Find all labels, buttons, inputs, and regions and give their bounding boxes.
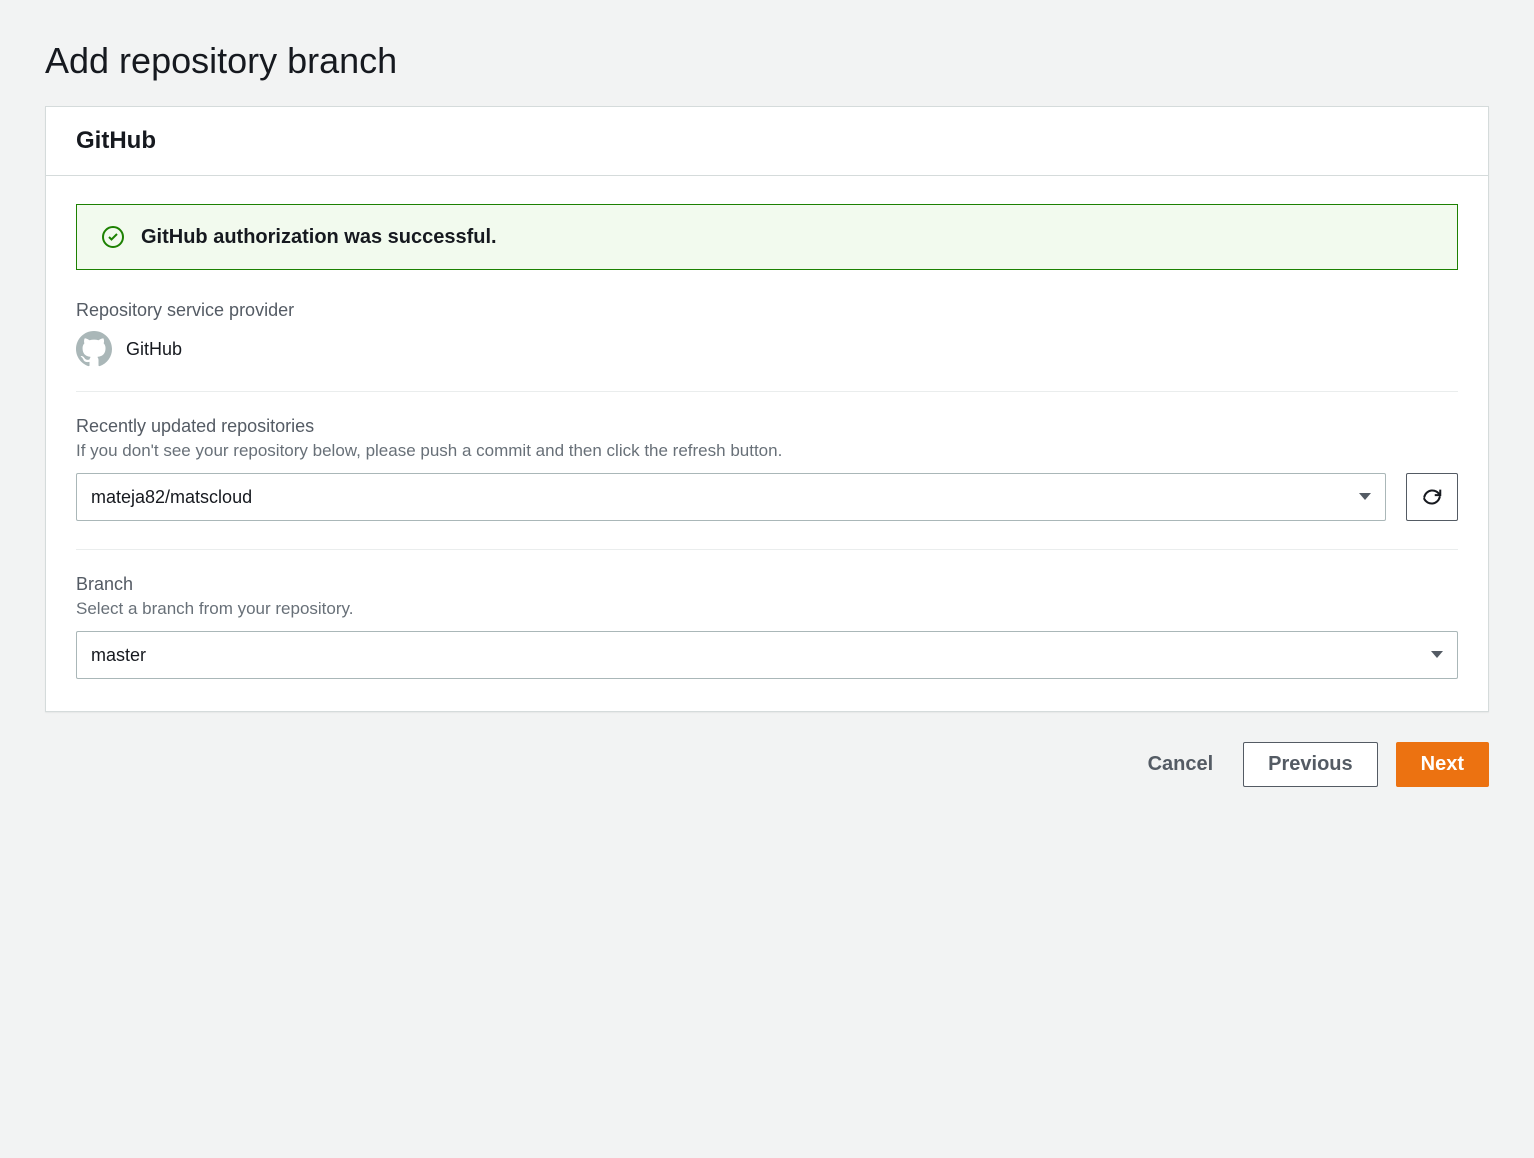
branch-label: Branch xyxy=(76,574,1458,595)
card-body: GitHub authorization was successful. Rep… xyxy=(46,176,1488,711)
repositories-description: If you don't see your repository below, … xyxy=(76,441,1458,461)
provider-name: GitHub xyxy=(126,339,182,360)
cancel-button[interactable]: Cancel xyxy=(1136,743,1226,786)
divider xyxy=(76,391,1458,392)
branch-select-wrapper: master xyxy=(76,631,1458,679)
repository-select[interactable]: mateja82/matscloud xyxy=(76,473,1386,521)
github-card: GitHub GitHub authorization was successf… xyxy=(45,106,1489,712)
repository-selected-value: mateja82/matscloud xyxy=(91,487,252,508)
refresh-button[interactable] xyxy=(1406,473,1458,521)
branch-section: Branch Select a branch from your reposit… xyxy=(76,574,1458,679)
previous-button[interactable]: Previous xyxy=(1243,742,1377,787)
success-alert: GitHub authorization was successful. xyxy=(76,204,1458,270)
repositories-row: mateja82/matscloud xyxy=(76,473,1458,521)
github-icon xyxy=(76,331,112,367)
provider-row: GitHub xyxy=(76,331,1458,367)
check-circle-icon xyxy=(101,225,125,249)
footer-actions: Cancel Previous Next xyxy=(45,742,1489,787)
branch-selected-value: master xyxy=(91,645,146,666)
repositories-label: Recently updated repositories xyxy=(76,416,1458,437)
next-button[interactable]: Next xyxy=(1396,742,1489,787)
success-alert-text: GitHub authorization was successful. xyxy=(141,226,497,249)
card-header-title: GitHub xyxy=(76,127,1458,155)
card-header: GitHub xyxy=(46,107,1488,176)
repository-select-wrapper: mateja82/matscloud xyxy=(76,473,1386,521)
refresh-icon xyxy=(1421,486,1443,508)
provider-label: Repository service provider xyxy=(76,300,1458,321)
branch-description: Select a branch from your repository. xyxy=(76,599,1458,619)
divider xyxy=(76,549,1458,550)
branch-select[interactable]: master xyxy=(76,631,1458,679)
page-title: Add repository branch xyxy=(45,40,1489,82)
